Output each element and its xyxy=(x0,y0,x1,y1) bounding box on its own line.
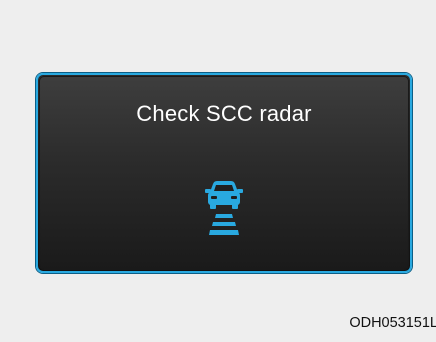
warning-message: Check SCC radar xyxy=(136,101,312,126)
figure-code: ODH053151L xyxy=(349,315,436,331)
scc-radar-car-icon xyxy=(205,181,243,235)
cluster-warning-display: Check SCC radar xyxy=(36,73,412,273)
